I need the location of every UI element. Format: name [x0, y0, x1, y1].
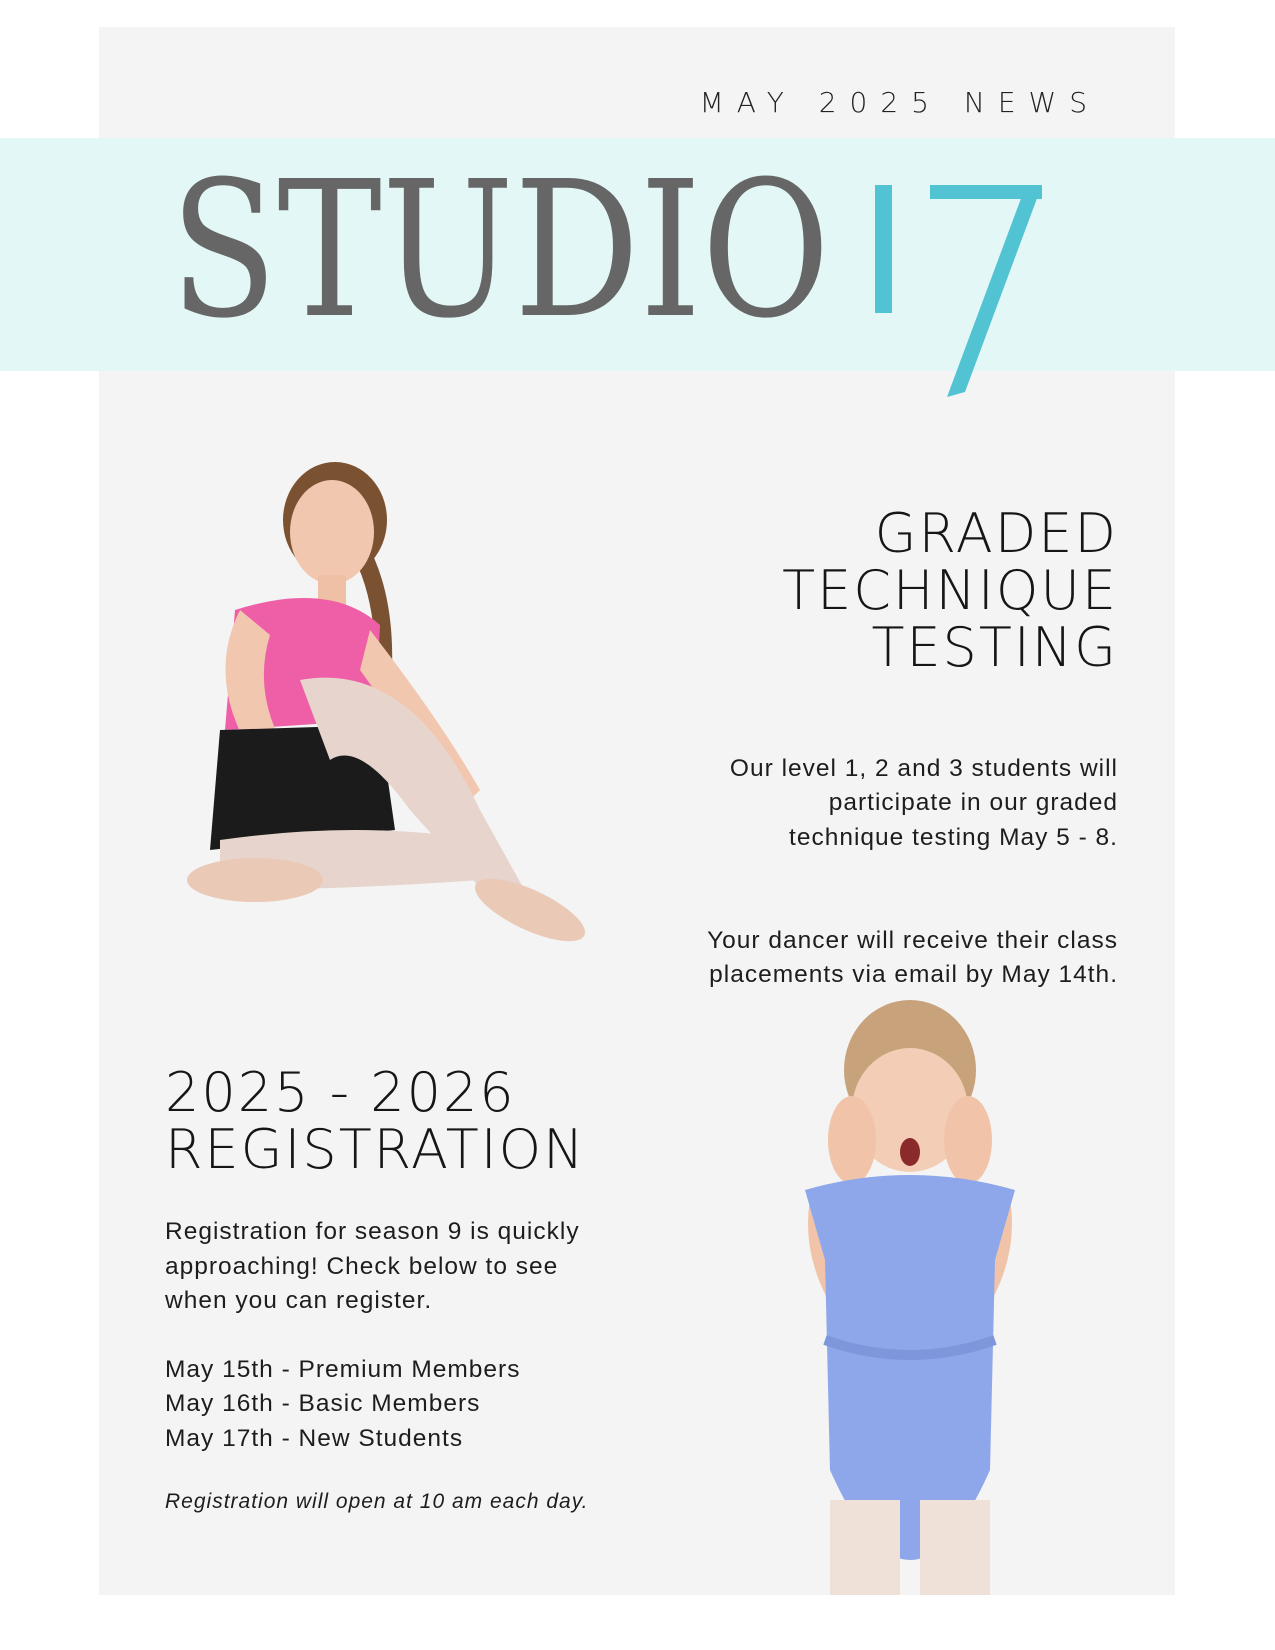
graded-testing-paragraph-2: Your dancer will receive their class pla…: [707, 926, 1118, 989]
ballet-dancer-photo: [180, 460, 600, 980]
registration-heading: 2025 - 2026 REGISTRATION: [165, 1061, 586, 1181]
registration-dates-list: May 15th - Premium Members May 16th - Ba…: [165, 1353, 685, 1457]
registration-date-item: May 15th - Premium Members: [165, 1355, 521, 1383]
registration-date-item: May 17th - New Students: [165, 1424, 464, 1452]
graded-testing-paragraph-1: Our level 1, 2 and 3 students will parti…: [729, 754, 1118, 851]
logo-digit-7: [930, 185, 1042, 397]
issue-label: MAY 2025 NEWS: [699, 86, 1100, 119]
young-dancer-photo: [780, 1000, 1040, 1595]
registration-note: Registration will open at 10 am each day…: [165, 1490, 589, 1513]
registration-body: Registration for season 9 is quickly app…: [165, 1215, 685, 1490]
studio-17-logo: STUDIO: [170, 141, 1100, 425]
registration-intro: Registration for season 9 is quickly app…: [165, 1218, 580, 1314]
logo-word: STUDIO: [170, 141, 830, 360]
logo-digit-1: [875, 185, 892, 313]
registration-date-item: May 16th - Basic Members: [165, 1390, 481, 1417]
graded-testing-heading: GRADED TECHNIQUE TESTING: [782, 502, 1118, 679]
